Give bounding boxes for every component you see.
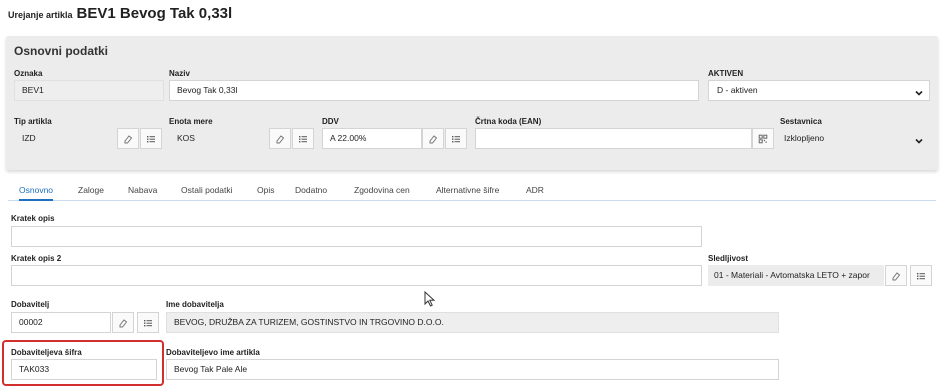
oznaka-field[interactable]: BEV1 <box>14 80 164 101</box>
page-heading-prefix: Urejanje artikla <box>8 10 73 20</box>
basic-data-title: Osnovni podatki <box>14 44 109 58</box>
tab-opis[interactable]: Opis <box>257 183 274 201</box>
crtna-koda-label: Črtna koda (EAN) <box>475 117 542 126</box>
dobavitelj-field[interactable]: 00002 <box>11 312 111 333</box>
sestavnica-label: Sestavnica <box>780 117 822 126</box>
tab-osnovno[interactable]: Osnovno <box>19 183 54 201</box>
page-title: BEV1 Bevog Tak 0,33l <box>76 5 233 22</box>
basic-data-panel <box>6 36 938 170</box>
tab-adr[interactable]: ADR <box>526 183 544 201</box>
list-icon[interactable] <box>292 128 314 149</box>
tab-zaloge[interactable]: Zaloge <box>78 183 104 201</box>
list-icon[interactable] <box>445 128 467 149</box>
aktiven-label: AKTIVEN <box>708 69 744 78</box>
chevron-down-icon <box>914 86 924 105</box>
eraser-icon[interactable] <box>269 128 291 149</box>
tab-bar: Osnovno Zaloge Nabava Ostali podatki Opi… <box>8 183 936 201</box>
tip-artikla-field[interactable]: IZD <box>14 128 117 149</box>
sestavnica-value: Izklopljeno <box>784 133 825 143</box>
aktiven-select[interactable]: D - aktiven <box>708 80 930 101</box>
barcode-icon[interactable] <box>752 128 774 149</box>
highlight-box <box>2 340 164 386</box>
list-icon[interactable] <box>910 265 932 286</box>
tab-dodatno[interactable]: Dodatno <box>295 183 327 201</box>
tab-ostali-podatki[interactable]: Ostali podatki <box>181 183 233 201</box>
dobaviteljevo-ime-label: Dobaviteljevo ime artikla <box>166 348 260 357</box>
list-icon[interactable] <box>137 312 159 333</box>
crtna-koda-field[interactable] <box>475 128 752 149</box>
kratek-opis-2-field[interactable] <box>11 265 702 286</box>
sledljivost-field[interactable]: 01 - Materiali - Avtomatska LETO + zapor <box>708 265 884 286</box>
tab-nabava[interactable]: Nabava <box>128 183 157 201</box>
dobavitelj-label: Dobavitelj <box>11 300 50 309</box>
kratek-opis-field[interactable] <box>11 226 702 247</box>
chevron-down-icon <box>914 134 924 153</box>
ddv-field[interactable]: A 22.00% <box>322 128 422 149</box>
eraser-icon[interactable] <box>885 265 907 286</box>
kratek-opis-label: Kratek opis <box>11 214 55 223</box>
ddv-label: DDV <box>322 117 339 126</box>
mouse-pointer-icon <box>424 290 436 309</box>
ime-dobavitelja-field[interactable]: BEVOG, DRUŽBA ZA TURIZEM, GOSTINSTVO IN … <box>166 312 779 333</box>
eraser-icon[interactable] <box>117 128 139 149</box>
eraser-icon[interactable] <box>112 312 134 333</box>
ime-dobavitelja-label: Ime dobavitelja <box>166 300 224 309</box>
eraser-icon[interactable] <box>422 128 444 149</box>
dobaviteljevo-ime-field[interactable]: Bevog Tak Pale Ale <box>166 359 779 380</box>
kratek-opis-2-label: Kratek opis 2 <box>11 254 62 263</box>
tab-zgodovina-cen[interactable]: Zgodovina cen <box>354 183 410 201</box>
tip-artikla-label: Tip artikla <box>14 117 52 126</box>
oznaka-label: Oznaka <box>14 69 43 78</box>
naziv-label: Naziv <box>169 69 190 78</box>
sledljivost-label: Sledljivost <box>708 254 749 263</box>
tab-alternativne-sifre[interactable]: Alternativne šifre <box>436 183 499 201</box>
list-icon[interactable] <box>140 128 162 149</box>
naziv-field[interactable]: Bevog Tak 0,33l <box>169 80 699 101</box>
enota-mere-label: Enota mere <box>169 117 213 126</box>
sestavnica-select[interactable]: Izklopljeno <box>775 128 930 149</box>
enota-mere-field[interactable]: KOS <box>169 128 269 149</box>
aktiven-value: D - aktiven <box>717 85 758 95</box>
page-heading: Urejanje artikla BEV1 Bevog Tak 0,33l <box>8 5 232 22</box>
